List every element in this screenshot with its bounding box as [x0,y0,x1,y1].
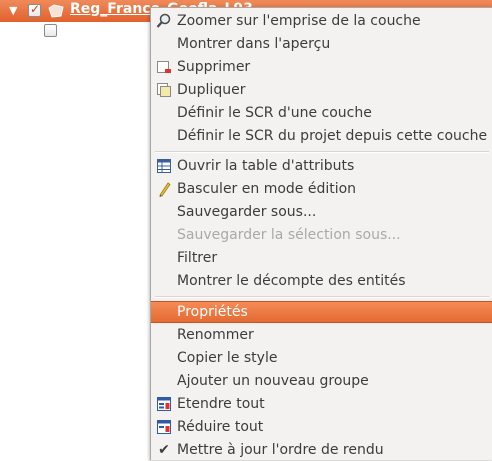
menu-item-label: Propriétés [177,304,248,320]
menu-item-add-group[interactable]: Ajouter un nouveau groupe [151,370,492,392]
menu-item-save-selection-as: Sauvegarder la sélection sous... [151,224,492,246]
menu-item-label: Filtrer [177,250,218,266]
menu-item-properties[interactable]: Propriétés [151,301,492,323]
zoom-icon [156,13,171,28]
menu-item-label: Basculer en mode édition [177,181,357,197]
menu-item-filter[interactable]: Filtrer [151,247,492,269]
menu-item-zoom-to-layer[interactable]: Zoomer sur l'emprise de la couche [151,10,492,32]
collapse-tree-icon [157,420,171,434]
menu-item-label: Zoomer sur l'emprise de la couche [177,13,421,29]
layer-visibility-checkbox[interactable] [28,2,41,17]
menu-item-label: Montrer le décompte des entités [177,273,406,289]
menu-item-update-drawing-order[interactable]: ✔ Mettre à jour l'ordre de rendu [151,439,492,461]
menu-item-duplicate[interactable]: Dupliquer [151,79,492,101]
menu-item-remove[interactable]: Supprimer [151,56,492,78]
menu-item-open-attribute-table[interactable]: Ouvrir la table d'attributs [151,155,492,177]
polygon-layer-icon [48,4,64,18]
menu-item-label: Sauvegarder sous... [177,204,317,220]
menu-item-label: Mettre à jour l'ordre de rendu [177,442,384,458]
menu-separator [155,296,489,298]
menu-item-label: Renommer [177,327,254,343]
pencil-icon [159,182,171,197]
menu-item-label: Définir le SCR du projet depuis cette co… [177,128,488,144]
menu-item-save-as[interactable]: Sauvegarder sous... [151,201,492,223]
remove-layer-icon [157,61,171,73]
expand-tree-icon [157,397,171,411]
menu-item-show-in-overview[interactable]: Montrer dans l'aperçu [151,33,492,55]
menu-item-rename[interactable]: Renommer [151,324,492,346]
layer-context-menu: Zoomer sur l'emprise de la couche Montre… [150,7,492,460]
menu-item-label: Supprimer [177,59,251,75]
menu-item-set-project-crs[interactable]: Définir le SCR du projet depuis cette co… [151,125,492,147]
menu-item-label: Sauvegarder la sélection sous... [177,227,401,243]
duplicate-layer-icon [157,83,171,97]
menu-item-label: Ajouter un nouveau groupe [177,373,369,389]
menu-item-label: Copier le style [177,350,278,366]
menu-item-label: Dupliquer [177,82,246,98]
collapse-arrow-icon[interactable]: ▼ [9,4,17,17]
menu-item-label: Définir le SCR d'une couche [177,105,372,121]
menu-item-label: Réduire tout [177,419,264,435]
menu-item-expand-all[interactable]: Etendre tout [151,393,492,415]
menu-separator [155,151,489,153]
menu-item-toggle-editing[interactable]: Basculer en mode édition [151,178,492,200]
menu-item-label: Etendre tout [177,396,265,412]
checkmark-icon: ✔ [158,442,170,458]
menu-item-set-layer-crs[interactable]: Définir le SCR d'une couche [151,102,492,124]
legend-symbol-checkbox[interactable] [44,24,57,37]
menu-item-label: Montrer dans l'aperçu [177,36,331,52]
menu-item-collapse-all[interactable]: Réduire tout [151,416,492,438]
menu-item-copy-style[interactable]: Copier le style [151,347,492,369]
menu-item-show-feature-count[interactable]: Montrer le décompte des entités [151,270,492,292]
menu-item-label: Ouvrir la table d'attributs [177,158,355,174]
attribute-table-icon [157,159,171,173]
